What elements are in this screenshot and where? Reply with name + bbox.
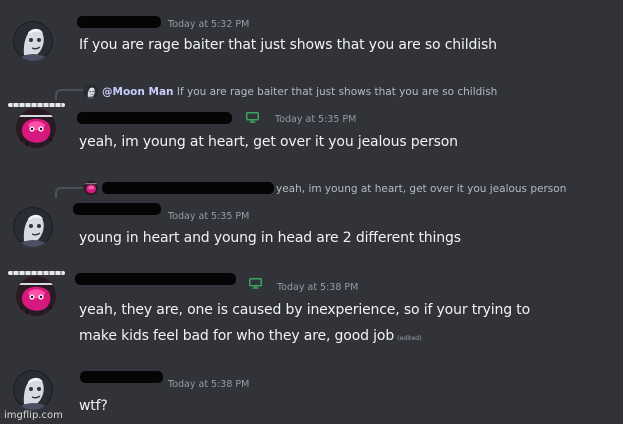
moon-man-avatar[interactable] — [13, 207, 53, 247]
message-timestamp: Today at 5:35 PM — [275, 114, 357, 125]
message-text: yeah, they are, one is caused by inexper… — [79, 302, 531, 318]
moon-man-avatar[interactable] — [13, 21, 53, 61]
redacted-username — [75, 273, 236, 285]
monitor-icon — [249, 278, 262, 289]
redacted-username — [73, 203, 161, 215]
message-text: yeah, im young at heart, get over it you… — [79, 134, 458, 150]
moon-man-avatar[interactable] — [13, 370, 53, 410]
redacted-username — [77, 112, 232, 124]
redacted-username — [102, 182, 274, 194]
message-text-continued: make kids feel bad for who they are, goo… — [79, 328, 422, 344]
redacted-username — [77, 16, 161, 28]
reply-author-avatar[interactable] — [84, 181, 98, 195]
message-text: If you are rage baiter that just shows t… — [79, 37, 497, 53]
message-timestamp: Today at 5:38 PM — [168, 379, 250, 390]
edited-label: (edited) — [397, 334, 422, 342]
reply-snippet[interactable]: yeah, im young at heart, get over it you… — [276, 183, 566, 195]
reply-author-avatar[interactable] — [84, 85, 98, 99]
chat-log: Today at 5:32 PM If you are rage baiter … — [0, 0, 623, 424]
reply-connector — [55, 187, 83, 198]
avatar-decoration — [8, 271, 65, 275]
redacted-username — [80, 371, 163, 383]
message-timestamp: Today at 5:38 PM — [277, 282, 359, 293]
pink-avatar[interactable] — [16, 108, 56, 148]
reply-author-mention[interactable]: @Moon Man — [102, 86, 174, 98]
watermark: imgflip.com — [4, 410, 63, 421]
message-text: wtf? — [79, 398, 108, 414]
reply-snippet: If you are rage baiter that just shows t… — [176, 86, 498, 98]
message-text-line: make kids feel bad for who they are, goo… — [79, 328, 395, 344]
message-text: young in heart and young in head are 2 d… — [79, 230, 461, 246]
reply-connector — [55, 89, 83, 100]
message-timestamp: Today at 5:35 PM — [168, 211, 250, 222]
pink-avatar[interactable] — [16, 276, 56, 316]
avatar-decoration — [8, 103, 65, 107]
monitor-icon — [246, 112, 259, 123]
message-timestamp: Today at 5:32 PM — [168, 19, 250, 30]
reply-preview[interactable]: @Moon Man If you are rage baiter that ju… — [102, 86, 497, 98]
